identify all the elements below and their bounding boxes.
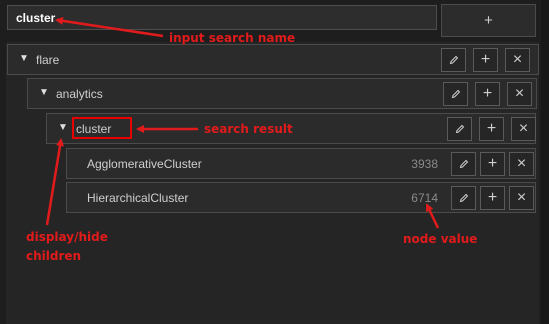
edit-button[interactable] — [441, 48, 466, 72]
tree-node-flare: ▼ flare + × — [7, 44, 539, 75]
tree-leaf-hierarchicalcluster: HierarchicalCluster 6714 + × — [66, 182, 536, 213]
scrollbar-track[interactable] — [541, 0, 549, 324]
add-root-label: + — [484, 12, 493, 29]
node-label: AgglomerativeCluster — [87, 157, 202, 171]
annotation-toggle-line1: display/hide — [26, 230, 108, 244]
edit-button[interactable] — [451, 152, 476, 176]
tree-node-analytics: ▼ analytics + × — [27, 78, 537, 109]
node-label: HierarchicalCluster — [87, 191, 189, 205]
pencil-icon — [455, 124, 465, 134]
search-input[interactable] — [8, 6, 436, 29]
annotation-node-value: node value — [403, 232, 478, 246]
pencil-icon — [449, 55, 459, 65]
node-label: analytics — [56, 87, 103, 101]
pencil-icon — [459, 159, 469, 169]
toggle-children-icon[interactable]: ▼ — [39, 87, 49, 98]
node-value: 3938 — [411, 157, 438, 171]
node-label: flare — [36, 53, 60, 67]
search-box — [7, 5, 437, 30]
add-child-button[interactable]: + — [475, 82, 500, 106]
node-value: 6714 — [411, 191, 438, 205]
toggle-children-icon[interactable]: ▼ — [58, 122, 68, 133]
toggle-children-icon[interactable]: ▼ — [19, 53, 29, 64]
delete-button[interactable]: × — [505, 48, 530, 72]
add-child-button[interactable]: + — [479, 117, 504, 141]
delete-button[interactable]: × — [507, 82, 532, 106]
add-child-button[interactable]: + — [480, 186, 505, 210]
add-root-button[interactable]: + — [441, 4, 536, 37]
annotation-search-name: input search name — [169, 31, 296, 45]
delete-button[interactable]: × — [511, 117, 536, 141]
tree-leaf-agglomerativecluster: AgglomerativeCluster 3938 + × — [66, 148, 536, 179]
edit-button[interactable] — [451, 186, 476, 210]
add-child-button[interactable]: + — [480, 152, 505, 176]
edit-button[interactable] — [447, 117, 472, 141]
delete-button[interactable]: × — [509, 152, 534, 176]
annotation-toggle-line2: children — [26, 249, 82, 263]
pencil-icon — [459, 193, 469, 203]
delete-button[interactable]: × — [509, 186, 534, 210]
search-result-highlight — [72, 117, 132, 139]
edit-button[interactable] — [443, 82, 468, 106]
add-child-button[interactable]: + — [473, 48, 498, 72]
pencil-icon — [451, 89, 461, 99]
annotation-search-result: search result — [204, 122, 293, 136]
